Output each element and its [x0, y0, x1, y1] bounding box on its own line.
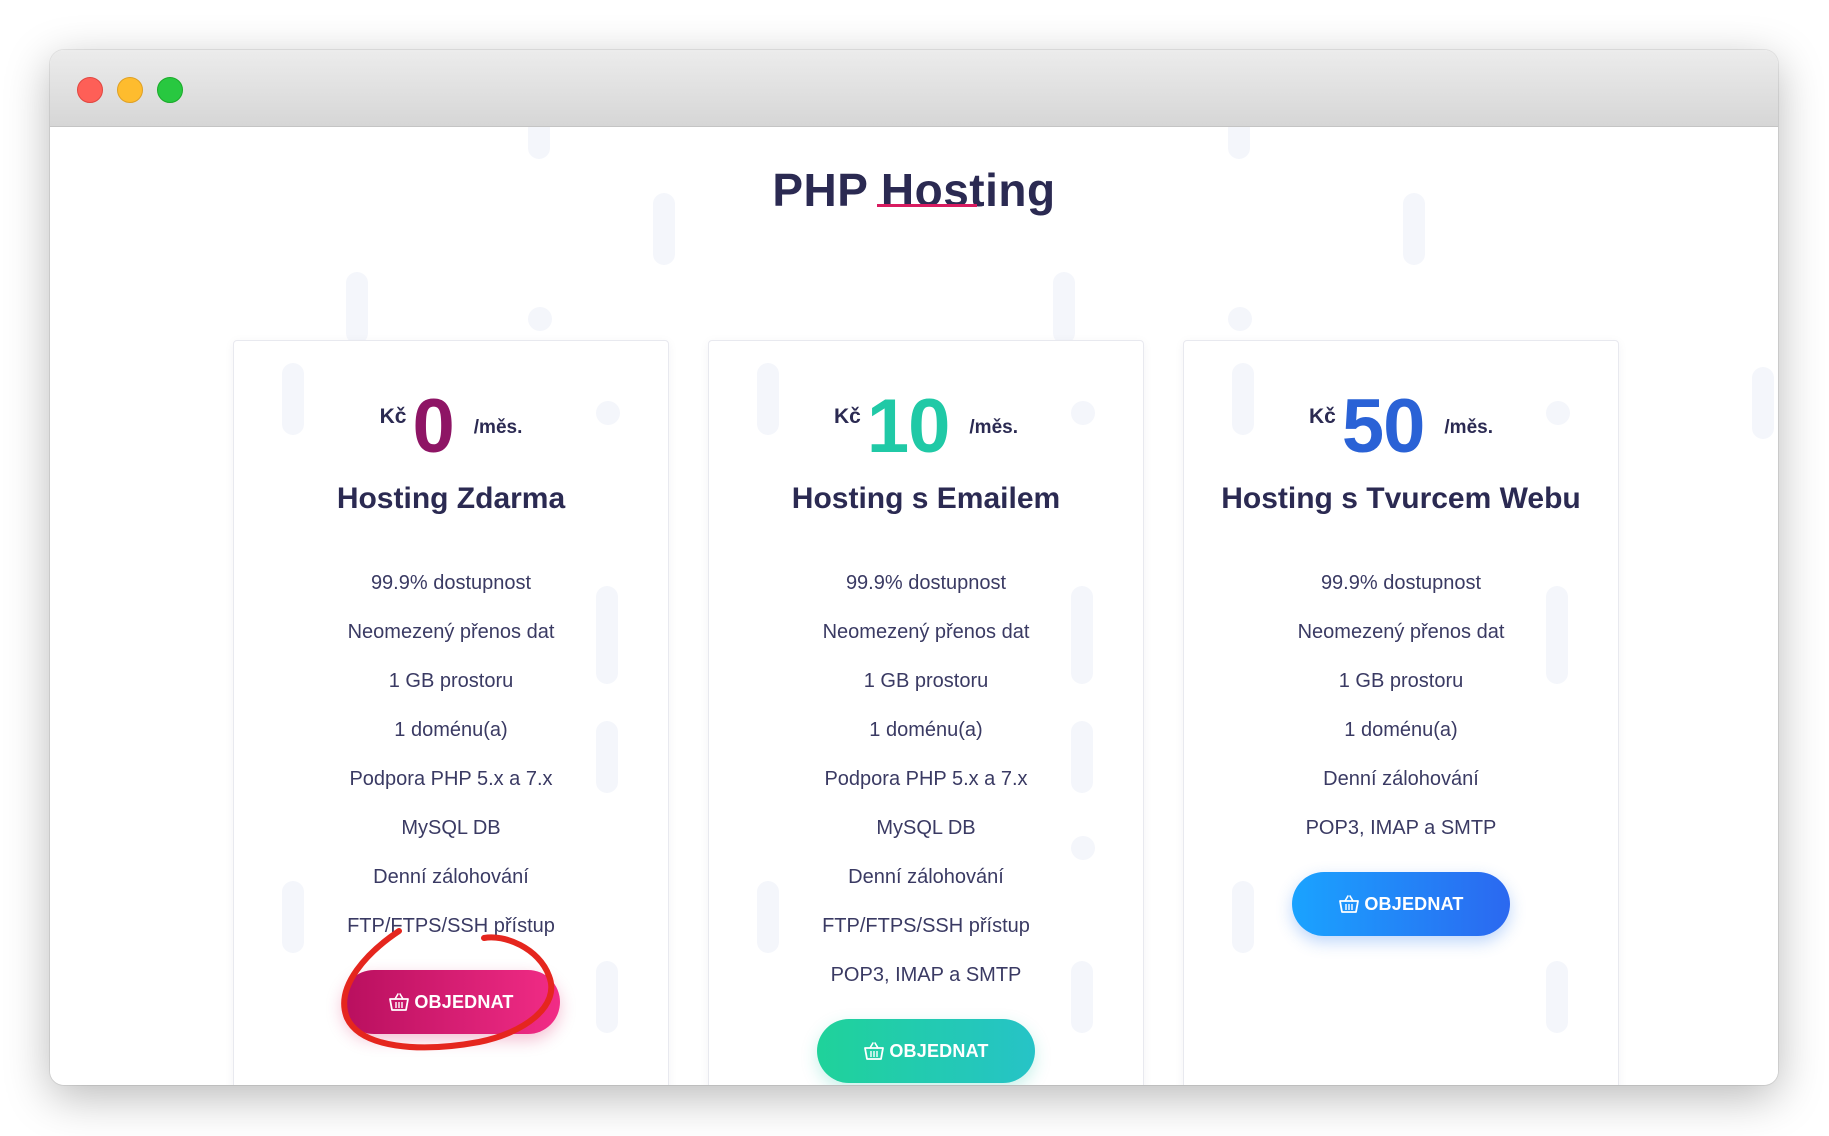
price-currency: Kč — [379, 405, 407, 428]
price-period: /měs. — [969, 417, 1018, 438]
price-amount: 50 — [1341, 384, 1426, 469]
feature-item: 99.9% dostupnost — [845, 572, 1007, 594]
price-row: Kč 50 /měs. — [1184, 387, 1618, 467]
basket-icon — [1339, 895, 1360, 913]
browser-window: PHP Hosting Kč 0 /měs. Hosting Zdarma 99… — [50, 50, 1778, 1085]
feature-item: FTP/FTPS/SSH přístup — [822, 915, 1030, 937]
feature-item: 1 doménu(a) — [394, 719, 508, 741]
order-button-email[interactable]: OBJEDNAT — [817, 1019, 1035, 1083]
page-title: PHP Hosting — [772, 163, 1056, 216]
price-row: Kč 10 /měs. — [709, 387, 1143, 467]
price-period: /měs. — [473, 417, 523, 438]
feature-item: POP3, IMAP a SMTP — [1305, 817, 1497, 839]
window-titlebar — [50, 50, 1778, 127]
background-decoration — [1752, 367, 1774, 439]
background-decoration — [1053, 272, 1075, 344]
maximize-window-button[interactable] — [157, 77, 183, 103]
background-decoration — [528, 307, 552, 331]
background-decoration — [1228, 307, 1252, 331]
background-decoration — [1546, 961, 1568, 1033]
price-amount: 0 — [412, 384, 454, 469]
price-currency: Kč — [834, 405, 861, 428]
order-button-web-builder[interactable]: OBJEDNAT — [1292, 872, 1510, 936]
background-decoration — [1228, 127, 1250, 159]
price-row: Kč 0 /měs. — [234, 387, 668, 467]
plan-name: Hosting s Tvurcem Webu — [1221, 482, 1581, 515]
background-decoration — [596, 961, 618, 1033]
pricing-card-email: Kč 10 /měs. Hosting s Emailem 99.9% dost… — [708, 340, 1144, 1085]
feature-item: Neomezený přenos dat — [347, 621, 555, 643]
price-period: /měs. — [1444, 417, 1493, 438]
feature-item: POP3, IMAP a SMTP — [830, 964, 1022, 986]
title-underline — [877, 204, 977, 207]
background-decoration — [1232, 881, 1254, 953]
feature-item: 1 doménu(a) — [869, 719, 983, 741]
feature-item: MySQL DB — [876, 817, 976, 839]
feature-item: 99.9% dostupnost — [370, 572, 532, 594]
background-decoration — [346, 272, 368, 344]
order-button-label: OBJEDNAT — [889, 1040, 989, 1061]
feature-item: 1 GB prostoru — [863, 670, 989, 692]
feature-item: 1 GB prostoru — [1338, 670, 1464, 692]
feature-item: Denní zálohování — [1323, 768, 1479, 790]
close-window-button[interactable] — [77, 77, 103, 103]
price-amount: 10 — [866, 384, 951, 469]
feature-item: MySQL DB — [401, 817, 501, 839]
plan-name: Hosting Zdarma — [336, 482, 566, 515]
feature-item: Podpora PHP 5.x a 7.x — [349, 768, 553, 790]
pricing-card-web-builder: Kč 50 /měs. Hosting s Tvurcem Webu 99.9%… — [1183, 340, 1619, 1085]
feature-item: Denní zálohování — [373, 866, 529, 888]
feature-list: 99.9% dostupnost Neomezený přenos dat 1 … — [234, 571, 668, 963]
page-content: PHP Hosting Kč 0 /měs. Hosting Zdarma 99… — [50, 127, 1778, 1085]
minimize-window-button[interactable] — [117, 77, 143, 103]
background-decoration — [528, 127, 550, 159]
feature-list: 99.9% dostupnost Neomezený přenos dat 1 … — [709, 571, 1143, 1012]
feature-item: Neomezený přenos dat — [822, 621, 1030, 643]
feature-item: 99.9% dostupnost — [1320, 572, 1482, 594]
feature-item: Neomezený přenos dat — [1297, 621, 1505, 643]
feature-list: 99.9% dostupnost Neomezený přenos dat 1 … — [1184, 571, 1618, 865]
feature-item: 1 GB prostoru — [388, 670, 514, 692]
highlight-circle-annotation — [341, 928, 555, 1051]
feature-item: Denní zálohování — [848, 866, 1004, 888]
feature-item: 1 doménu(a) — [1344, 719, 1458, 741]
basket-icon — [864, 1042, 885, 1060]
feature-item: Podpora PHP 5.x a 7.x — [824, 768, 1028, 790]
plan-name: Hosting s Emailem — [791, 482, 1061, 515]
pricing-card-free: Kč 0 /měs. Hosting Zdarma 99.9% dostupno… — [233, 340, 669, 1085]
price-currency: Kč — [1309, 405, 1336, 428]
order-button-label: OBJEDNAT — [1364, 893, 1464, 914]
